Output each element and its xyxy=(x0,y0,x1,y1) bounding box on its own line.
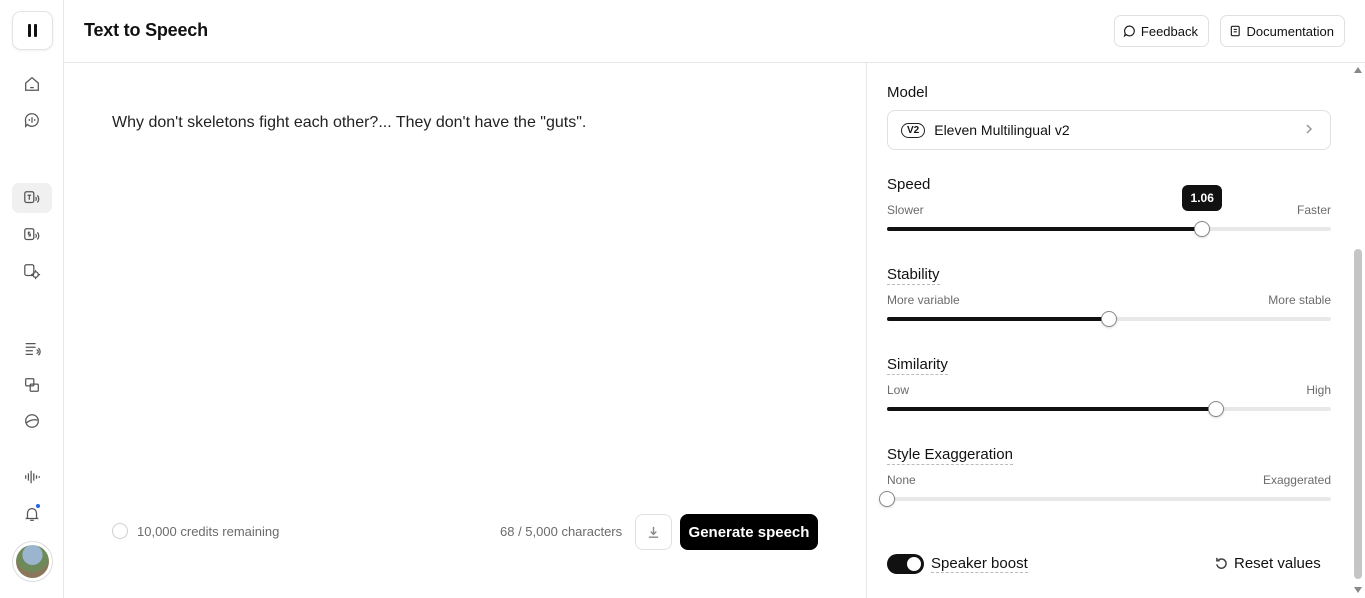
speed-label: Speed xyxy=(887,176,931,193)
speech-to-speech-icon[interactable] xyxy=(12,220,52,250)
text-to-speech-icon[interactable] xyxy=(12,183,52,213)
speed-value-tooltip: 1.06 xyxy=(1182,185,1223,211)
stability-slider-thumb[interactable] xyxy=(1101,311,1117,327)
stability-slider[interactable] xyxy=(887,311,1331,327)
credits-indicator: 10,000 credits remaining xyxy=(112,523,279,539)
speaker-boost-toggle[interactable] xyxy=(887,554,924,574)
model-label: Model xyxy=(887,84,928,101)
settings-scrollbar[interactable] xyxy=(1351,63,1365,598)
notification-dot xyxy=(35,503,41,509)
style-exaggeration-slider[interactable] xyxy=(879,491,1331,507)
voices-icon[interactable] xyxy=(12,105,52,135)
scroll-down-arrow-icon[interactable] xyxy=(1354,587,1362,593)
style-min-label: None xyxy=(887,473,916,487)
projects-icon[interactable] xyxy=(12,334,52,364)
header: Text to Speech Feedback Documentation xyxy=(64,0,1365,63)
feedback-button[interactable]: Feedback xyxy=(1114,15,1209,47)
scroll-up-arrow-icon[interactable] xyxy=(1354,67,1362,73)
reset-values-button[interactable]: Reset values xyxy=(1215,555,1321,572)
sidebar xyxy=(0,0,64,598)
similarity-label: Similarity xyxy=(887,356,948,375)
style-slider-thumb[interactable] xyxy=(879,491,895,507)
speaker-boost-label: Speaker boost xyxy=(931,555,1028,573)
style-exaggeration-label: Style Exaggeration xyxy=(887,446,1013,465)
speed-slider[interactable]: 1.06 xyxy=(887,185,1331,237)
home-icon[interactable] xyxy=(12,69,52,99)
sound-effects-icon[interactable] xyxy=(12,256,52,286)
speed-max-label: Faster xyxy=(1296,203,1331,217)
speed-min-label: Slower xyxy=(887,203,924,217)
chat-bubble-icon xyxy=(1123,25,1135,38)
similarity-slider-fill xyxy=(887,407,1216,411)
dubbing-icon[interactable] xyxy=(12,370,52,400)
stability-label: Stability xyxy=(887,266,940,285)
stability-max-label: More stable xyxy=(1268,293,1331,307)
stability-min-label: More variable xyxy=(887,293,960,307)
download-icon xyxy=(648,526,659,538)
logo-icon[interactable] xyxy=(12,11,53,50)
character-count: 68 / 5,000 characters xyxy=(500,524,623,539)
speed-slider-fill xyxy=(887,227,1203,231)
style-max-label: Exaggerated xyxy=(1262,473,1331,487)
settings-panel: Model V2 Eleven Multilingual v2 Speed Sl… xyxy=(866,63,1365,598)
reset-icon xyxy=(1216,557,1227,569)
chevron-right-icon xyxy=(1306,124,1313,134)
speed-slider-thumb[interactable] xyxy=(1194,221,1211,237)
reset-values-label: Reset values xyxy=(1234,555,1321,572)
download-button[interactable] xyxy=(635,514,672,550)
page-title: Text to Speech xyxy=(84,20,208,40)
similarity-max-label: High xyxy=(1306,383,1331,397)
text-input[interactable]: Why don't skeletons fight each other?...… xyxy=(112,114,586,132)
similarity-slider-thumb[interactable] xyxy=(1207,401,1224,417)
similarity-min-label: Low xyxy=(887,383,910,397)
scrollbar-thumb[interactable] xyxy=(1354,249,1362,579)
model-name: Eleven Multilingual v2 xyxy=(934,122,1070,138)
documentation-label: Documentation xyxy=(1246,23,1334,39)
documentation-button[interactable]: Documentation xyxy=(1220,15,1345,47)
model-version-badge: V2 xyxy=(901,122,926,138)
voice-lab-icon[interactable] xyxy=(12,406,52,436)
stability-slider-fill xyxy=(887,317,1109,321)
avatar[interactable] xyxy=(12,541,53,582)
generate-speech-button[interactable]: Generate speech xyxy=(680,514,818,550)
credits-ring-icon xyxy=(112,523,128,539)
feedback-label: Feedback xyxy=(1140,23,1198,39)
audio-waveform-icon[interactable] xyxy=(12,462,52,492)
notification-bell-icon[interactable] xyxy=(12,499,52,529)
similarity-slider[interactable] xyxy=(887,401,1331,417)
document-icon xyxy=(1230,25,1240,37)
credits-label: 10,000 credits remaining xyxy=(137,523,280,539)
model-select[interactable]: V2 Eleven Multilingual v2 xyxy=(887,110,1331,150)
